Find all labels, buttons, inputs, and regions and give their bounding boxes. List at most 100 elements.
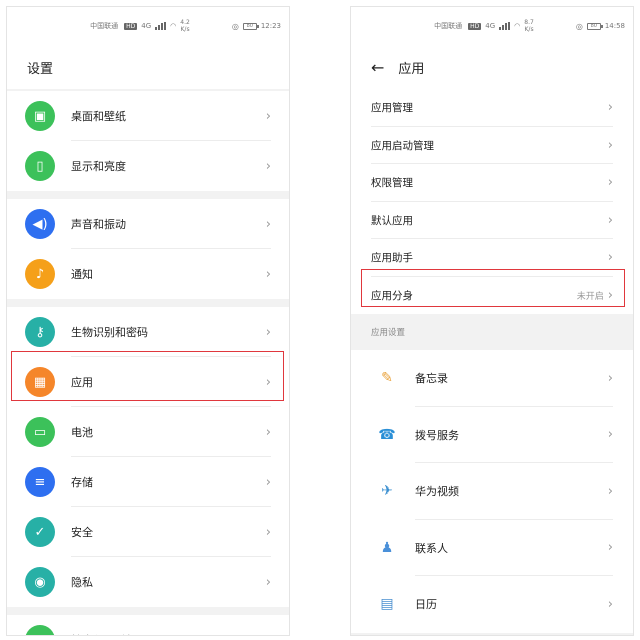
hd-badge: HD bbox=[124, 22, 138, 30]
app-option-item[interactable]: 默认应用 › bbox=[351, 201, 633, 239]
settings-item[interactable]: ♪ 通知 › bbox=[7, 249, 289, 299]
status-bar: 中国联通 HD 4G ◠ 8.7 K/s ◎ 80 14:58 bbox=[351, 7, 633, 45]
chevron-right-icon: › bbox=[265, 324, 271, 340]
contacts-app-icon: ♟ bbox=[380, 539, 394, 556]
chevron-right-icon: › bbox=[607, 596, 613, 612]
battery-icon: ▭ bbox=[25, 417, 55, 447]
app-option-item[interactable]: 应用管理 › bbox=[351, 89, 633, 127]
settings-item[interactable]: ◉ 隐私 › bbox=[7, 557, 289, 607]
app-settings-list: ✎ 备忘录 › ☎ 拨号服务 › ✈ 华为视频 › ♟ 联系人 › ▤ 日历 › bbox=[351, 350, 633, 633]
settings-item[interactable]: ✓ 安全 › bbox=[7, 507, 289, 557]
settings-item-label: 显示和亮度 bbox=[71, 160, 126, 173]
app-settings-label: 备忘录 bbox=[415, 372, 448, 386]
eye-comfort-icon: ◎ bbox=[575, 21, 583, 31]
page-title: 设置 bbox=[7, 45, 289, 89]
app-settings-item[interactable]: ✈ 华为视频 › bbox=[351, 463, 633, 520]
storage-icon: ≡ bbox=[25, 467, 55, 497]
settings-item-label: 通知 bbox=[71, 268, 93, 281]
chevron-right-icon: › bbox=[265, 524, 271, 540]
chevron-right-icon: › bbox=[265, 424, 271, 440]
apps-settings-screen: 中国联通 HD 4G ◠ 8.7 K/s ◎ 80 14:58 ← 应用 应用管… bbox=[350, 6, 634, 636]
signal-icon bbox=[499, 22, 511, 30]
app-settings-item[interactable]: ♟ 联系人 › bbox=[351, 519, 633, 576]
app-options-list: 应用管理 › 应用启动管理 › 权限管理 › 默认应用 › 应用助手 › 应用分身 未开启 › bbox=[351, 89, 633, 314]
chevron-right-icon: › bbox=[607, 370, 613, 386]
chevron-right-icon: › bbox=[265, 374, 271, 390]
chevron-right-icon: › bbox=[607, 212, 613, 228]
settings-group: ◀) 声音和振动 › ♪ 通知 › bbox=[7, 199, 289, 299]
chevron-right-icon: › bbox=[607, 483, 613, 499]
privacy-icon: ◉ bbox=[25, 567, 55, 597]
network-type: 4G bbox=[141, 22, 152, 30]
hourglass-icon: ⧖ bbox=[25, 625, 55, 635]
app-option-label: 默认应用 bbox=[371, 214, 413, 227]
clock: 12:23 bbox=[260, 22, 281, 30]
battery-status-icon: 80 bbox=[586, 22, 603, 30]
settings-group: ▣ 桌面和壁纸 › ▯ 显示和亮度 › bbox=[7, 91, 289, 191]
memo-app-icon: ✎ bbox=[381, 370, 393, 387]
app-option-label: 应用管理 bbox=[371, 102, 413, 115]
app-settings-label: 华为视频 bbox=[415, 485, 459, 499]
settings-item[interactable]: ▣ 桌面和壁纸 › bbox=[7, 91, 289, 141]
settings-item-label: 电池 bbox=[71, 426, 93, 439]
settings-screen: 中国联通 HD 4G ◠ 4.2 K/s ◎ 80 12:23 设置 ▣ 桌面和壁… bbox=[6, 6, 290, 636]
app-option-item[interactable]: 应用助手 › bbox=[351, 239, 633, 277]
page-title: 应用 bbox=[398, 61, 425, 77]
settings-item-label: 存储 bbox=[71, 476, 93, 489]
chevron-right-icon: › bbox=[265, 216, 271, 232]
app-option-item[interactable]: 应用启动管理 › bbox=[351, 126, 633, 164]
settings-item[interactable]: ⚷ 生物识别和密码 › bbox=[7, 307, 289, 357]
settings-group: ⚷ 生物识别和密码 › ▦ 应用 › ▭ 电池 › ≡ 存储 › ✓ 安全 › ◉ 隐私 › bbox=[7, 307, 289, 607]
net-speed: 8.7 K/s bbox=[524, 19, 534, 33]
chevron-right-icon: › bbox=[607, 175, 613, 191]
chevron-right-icon: › bbox=[265, 108, 271, 124]
page-header: ← 应用 bbox=[351, 45, 633, 89]
eye-comfort-icon: ◎ bbox=[231, 21, 239, 31]
app-settings-item[interactable]: ▤ 日历 › bbox=[351, 576, 633, 633]
settings-item[interactable]: ▭ 电池 › bbox=[7, 407, 289, 457]
back-arrow-icon[interactable]: ← bbox=[371, 58, 384, 77]
settings-item-label: 健康使用手机 bbox=[71, 632, 266, 635]
settings-item-label: 应用 bbox=[71, 376, 93, 389]
settings-item[interactable]: ⧖ 健康使用手机› bbox=[7, 615, 289, 635]
settings-item[interactable]: ▯ 显示和亮度 › bbox=[7, 141, 289, 191]
settings-item-label: 隐私 bbox=[71, 576, 93, 589]
app-settings-label: 拨号服务 bbox=[415, 428, 459, 442]
settings-item-label: 生物识别和密码 bbox=[71, 326, 148, 339]
bell-icon: ♪ bbox=[25, 259, 55, 289]
chevron-right-icon: › bbox=[265, 266, 271, 282]
settings-group: ⧖ 健康使用手机› bbox=[7, 615, 289, 635]
settings-item[interactable]: ▦ 应用 › bbox=[7, 357, 289, 407]
chevron-right-icon: › bbox=[607, 540, 613, 556]
image-icon: ▣ bbox=[25, 101, 55, 131]
network-type: 4G bbox=[485, 22, 496, 30]
speaker-icon: ◀) bbox=[25, 209, 55, 239]
carrier-label: 中国联通 bbox=[90, 22, 119, 30]
section-title: 应用设置 bbox=[351, 314, 633, 350]
app-option-label: 应用助手 bbox=[371, 252, 413, 265]
wifi-icon: ◠ bbox=[514, 22, 521, 30]
battery-status-icon: 80 bbox=[242, 22, 259, 30]
chevron-right-icon: › bbox=[607, 100, 613, 116]
phone-brightness-icon: ▯ bbox=[25, 151, 55, 181]
settings-item-label: 安全 bbox=[71, 526, 93, 539]
app-option-status: 未开启 bbox=[576, 291, 604, 302]
app-option-item[interactable]: 权限管理 › bbox=[351, 164, 633, 202]
signal-icon bbox=[155, 22, 167, 30]
chevron-right-icon: › bbox=[265, 574, 271, 590]
key-icon: ⚷ bbox=[25, 317, 55, 347]
app-option-label: 权限管理 bbox=[371, 177, 413, 190]
wifi-icon: ◠ bbox=[170, 22, 177, 30]
settings-item-label: 桌面和壁纸 bbox=[71, 110, 126, 123]
chevron-right-icon: › bbox=[265, 158, 271, 174]
settings-item[interactable]: ≡ 存储 › bbox=[7, 457, 289, 507]
clock: 14:58 bbox=[604, 22, 625, 30]
chevron-right-icon: › bbox=[607, 250, 613, 266]
app-settings-item[interactable]: ✎ 备忘录 › bbox=[351, 350, 633, 407]
settings-item[interactable]: ◀) 声音和振动 › bbox=[7, 199, 289, 249]
app-settings-item[interactable]: ☎ 拨号服务 › bbox=[351, 406, 633, 463]
status-bar: 中国联通 HD 4G ◠ 4.2 K/s ◎ 80 12:23 bbox=[7, 7, 289, 45]
apps-grid-icon: ▦ bbox=[25, 367, 55, 397]
app-settings-label: 日历 bbox=[415, 598, 437, 612]
app-option-item[interactable]: 应用分身 未开启 › bbox=[351, 276, 633, 314]
